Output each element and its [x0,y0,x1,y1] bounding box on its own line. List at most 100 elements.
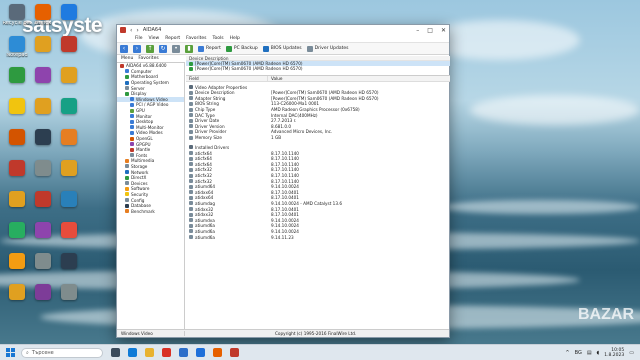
desktop-icon-label [54,115,84,125]
up-button[interactable]: ↑ [146,44,154,53]
desktop-icon[interactable] [56,67,82,99]
property-icon [189,162,193,167]
desktop-icon[interactable] [30,160,56,192]
menu-tools[interactable]: Tools [212,36,223,41]
status-left: Windows Video [117,331,185,336]
network-icon[interactable]: ▤ [587,350,592,356]
field-cell: atiumd64 [186,184,268,189]
tree-item-label: Fonts [136,152,148,158]
desktop-icon[interactable] [4,129,30,161]
desktop-icon[interactable] [56,222,82,254]
edge-taskbar-icon[interactable] [128,348,137,357]
report-button[interactable]: Report [198,45,221,52]
field-cell: aticfx64 [186,151,268,156]
maximize-button[interactable]: □ [427,27,433,34]
desktop-icon[interactable] [56,284,82,316]
property-row[interactable]: Memory Size 1 GB [186,135,450,141]
back-arrow-icon[interactable]: ‹ [130,27,132,34]
value-cell: 8.17.10.1140 [271,178,299,184]
value-cell: 8.17.10.1140 [271,161,299,167]
desktop-icon[interactable]: Recycle Bin [3,4,31,36]
tree-item-label: GPU [136,108,145,114]
driver-row[interactable]: atiumd6a 9.14.11.23 [186,234,450,240]
start-button[interactable] [6,348,15,357]
desktop-icon[interactable] [56,129,82,161]
property-icon [189,124,193,129]
forward-button[interactable]: › [133,44,141,53]
tree-item-label: Multi-Monitor [136,124,164,130]
chrome-taskbar-icon[interactable] [162,348,171,357]
desktop-icon[interactable] [30,129,56,161]
desktop-icon-glyph [61,160,77,176]
menu-view[interactable]: View [149,36,160,41]
desktop-icon[interactable] [30,191,56,223]
tree-item-label: Server [131,85,145,91]
tree-item[interactable]: Benchmark [117,208,184,214]
mail-taskbar-icon[interactable] [196,348,205,357]
desktop-icon[interactable] [56,4,82,36]
volume-icon[interactable]: ◖ [597,350,600,356]
desktop-icon[interactable] [56,36,82,68]
value-column-header[interactable]: Value [268,76,283,81]
desktop-icon[interactable] [30,98,56,130]
desktop-icon[interactable] [56,191,82,223]
field-column-header[interactable]: Field [186,76,268,81]
desktop-icon[interactable] [4,160,30,192]
title-bar[interactable]: ‹ › AIDA64 – □ ✕ [117,25,449,35]
desktop-icon-glyph [61,222,77,238]
tree-item-icon [130,108,134,113]
refresh-button[interactable]: ↻ [159,44,167,53]
clock[interactable]: 10:05 1.8.2023 [604,348,624,358]
desktop-icon[interactable] [30,253,56,285]
field-cell: atiumd6a [186,235,268,240]
explorer-taskbar-icon[interactable] [145,348,154,357]
desktop-icon[interactable] [4,67,30,99]
tab-favorites[interactable]: Favorites [138,56,158,62]
tree-item-label: Database [131,203,151,209]
menu-favorites[interactable]: Favorites [186,36,206,41]
task-view-taskbar-icon[interactable] [111,348,120,357]
desktop-icon[interactable] [4,284,30,316]
tree-item-label: Operating System [131,80,169,86]
notification-icon[interactable]: ▭ [629,350,634,356]
desktop-icon[interactable] [30,67,56,99]
desktop-icon[interactable] [4,98,30,130]
aida64-taskbar-icon[interactable] [230,348,239,357]
tree-item-icon [125,181,129,186]
desktop-icon[interactable] [4,222,30,254]
firefox-taskbar-icon[interactable] [213,348,222,357]
driver-updates-button[interactable]: Driver Updates [306,45,349,52]
desktop-icon[interactable] [30,36,56,68]
menu-report[interactable]: Report [165,36,180,41]
tree-item-icon [125,170,129,175]
language-indicator[interactable]: BG [575,350,582,356]
menu-help[interactable]: Help [230,36,240,41]
section-icon [189,145,193,150]
menu-file[interactable]: File [135,36,143,41]
tab-menu[interactable]: Menu [121,56,133,62]
aida64-window[interactable]: ‹ › AIDA64 – □ ✕ File View Report Favori… [116,24,450,338]
desktop-icon[interactable] [30,284,56,316]
desktop-icon[interactable]: Firefox [30,4,56,36]
desktop-icon[interactable]: Notepad [4,36,30,68]
desktop-icon[interactable] [4,191,30,223]
desktop-icon[interactable] [56,253,82,285]
bios-updates-button[interactable]: BIOS Updates [262,45,302,52]
desktop-icon[interactable] [4,253,30,285]
desktop-icon[interactable] [56,98,82,130]
taskbar-search[interactable]: ⌕ Търсене [21,347,103,358]
user-button[interactable]: • [172,44,180,53]
property-icon [189,190,193,195]
desktop-icon[interactable] [30,222,56,254]
tree-item-icon [130,97,134,102]
chevron-up-icon[interactable]: ^ [565,350,569,356]
pc-backup-button[interactable]: PC Backup [225,45,258,52]
device-row[interactable]: [Power]Core(TM) Sam0670 (AMD Radeon HD 6… [186,66,450,71]
chart-button[interactable]: ▮ [185,44,193,53]
forward-arrow-icon[interactable]: › [136,27,138,34]
desktop-icon[interactable] [56,160,82,192]
close-button[interactable]: ✕ [441,27,446,34]
back-button[interactable]: ‹ [120,44,128,53]
minimize-button[interactable]: – [416,27,419,34]
store-taskbar-icon[interactable] [179,348,188,357]
